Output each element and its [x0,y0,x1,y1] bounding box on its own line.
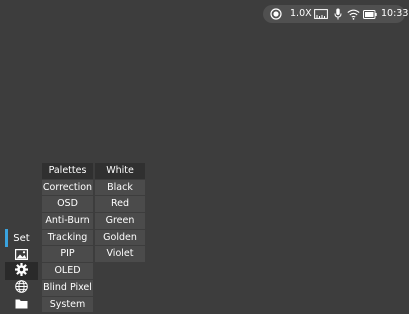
palette-option-white[interactable]: White [95,163,145,179]
palette-option-red[interactable]: Red [95,196,145,213]
palette-submenu: White Black Red Green Golden Violet [95,163,145,263]
menu-item-osd[interactable]: OSD [42,196,93,213]
wifi-icon [347,5,360,23]
menu-item-blind-pixel[interactable]: Blind Pixel [42,279,93,296]
menu-item-oled[interactable]: OLED [42,263,93,279]
settings-menu: Palettes Correction OSD Anti-Burn Tracki… [42,163,93,313]
microphone-icon [334,5,342,23]
menu-item-correction[interactable]: Correction [42,179,93,196]
sidebar-item-set[interactable]: Set [5,229,38,247]
sidebar-item-settings[interactable] [5,262,38,280]
record-icon [270,5,282,23]
palette-option-golden[interactable]: Golden [95,229,145,246]
sidebar-item-files[interactable] [5,296,38,314]
image-icon [15,249,29,263]
battery-icon [363,5,377,23]
menu-item-system[interactable]: System [42,296,93,313]
zoom-level: 1.0X [290,8,312,19]
palette-option-black[interactable]: Black [95,179,145,196]
menu-item-tracking[interactable]: Tracking [42,229,93,246]
folder-icon [15,298,28,312]
palette-option-violet[interactable]: Violet [95,246,145,263]
selection-indicator [5,229,8,247]
sidebar-item-network[interactable] [5,279,38,297]
menu-item-pip[interactable]: PIP [42,246,93,263]
sidebar-item-label: Set [13,232,30,244]
ruler-icon [314,5,328,23]
status-bar: 1.0X 10:33 [263,5,409,23]
gear-icon [15,263,28,279]
globe-icon [15,280,28,296]
palette-option-green[interactable]: Green [95,213,145,229]
menu-item-anti-burn[interactable]: Anti-Burn [42,213,93,229]
clock: 10:33 [381,8,409,19]
menu-item-palettes[interactable]: Palettes [42,163,93,179]
